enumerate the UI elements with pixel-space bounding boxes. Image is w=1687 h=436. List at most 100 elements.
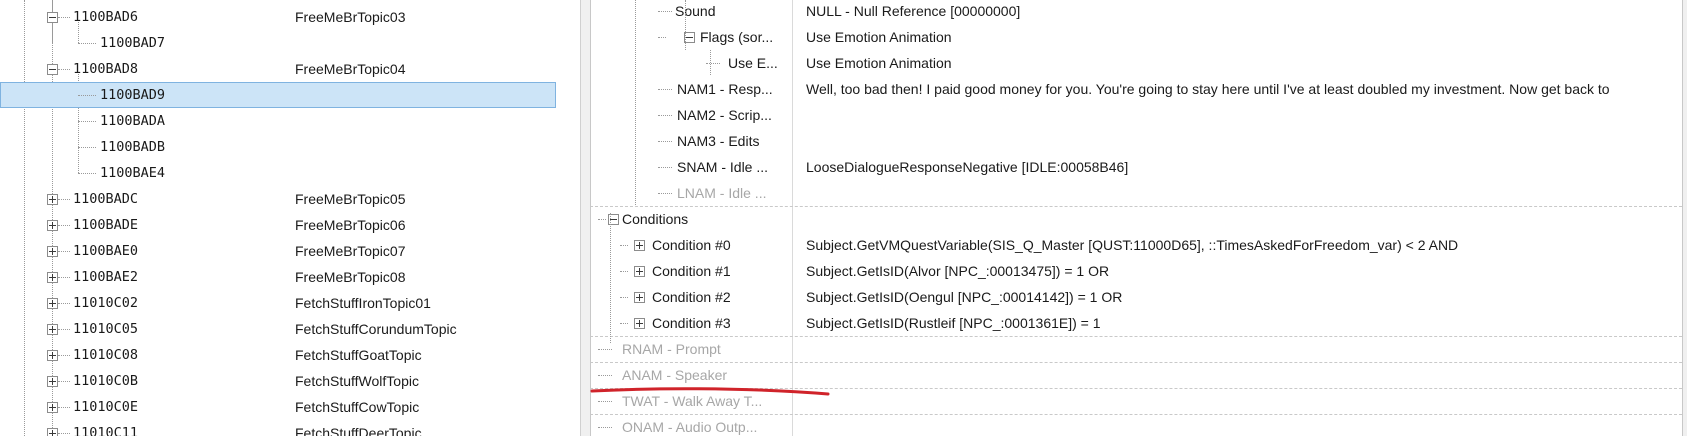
tree-row[interactable]: 1100BAE0 FreeMeBrTopic07 <box>0 238 580 264</box>
field-name: Condition #0 <box>652 237 731 253</box>
record-field-row[interactable]: SNAM - Idle ... LooseDialogueResponseNega… <box>590 154 1682 180</box>
tree-row[interactable]: 11010C0E FetchStuffCowTopic <box>0 394 580 420</box>
editor-id: FetchStuffDeerTopic <box>295 425 422 436</box>
tree-connector <box>78 147 96 148</box>
field-name: NAM1 - Resp... <box>677 81 773 97</box>
tree-connector <box>658 115 672 116</box>
tree-connector <box>58 251 70 252</box>
records-tree[interactable]: 1100BAD6 FreeMeBrTopic03 1100BAD7 1100BAD8 F… <box>0 0 580 436</box>
expand-icon[interactable] <box>634 240 645 251</box>
tree-connector <box>658 193 672 194</box>
expand-icon[interactable] <box>634 266 645 277</box>
record-field-row[interactable]: NAM2 - Scrip... <box>590 102 1682 128</box>
tree-row[interactable]: 1100BADE FreeMeBrTopic06 <box>0 212 580 238</box>
tree-connector <box>598 427 612 428</box>
tree-row[interactable]: 1100BAD7 <box>0 30 580 56</box>
tree-row[interactable]: 11010C05 FetchStuffCorundumTopic <box>0 316 580 342</box>
tree-connector <box>78 173 96 174</box>
tree-row[interactable]: 1100BADC FreeMeBrTopic05 <box>0 186 580 212</box>
field-value[interactable]: LooseDialogueResponseNegative [IDLE:0005… <box>806 154 1128 180</box>
record-field-row[interactable]: Conditions <box>590 206 1682 232</box>
field-value[interactable]: Subject.GetVMQuestVariable(SIS_Q_Master … <box>806 232 1458 258</box>
record-field-row[interactable]: ONAM - Audio Outp... <box>590 414 1682 436</box>
editor-id: FetchStuffIronTopic01 <box>295 295 431 311</box>
record-field-row[interactable]: NAM1 - Resp... Well, too bad then! I paid… <box>590 76 1682 102</box>
expand-icon[interactable] <box>47 194 58 205</box>
expand-icon[interactable] <box>47 272 58 283</box>
record-field-row[interactable]: Flags (sor... Use Emotion Animation <box>590 24 1682 50</box>
editor-id: FreeMeBrTopic03 <box>295 9 406 25</box>
tree-connector <box>598 219 606 220</box>
expand-icon[interactable] <box>47 246 58 257</box>
editor-id: FetchStuffGoatTopic <box>295 347 422 363</box>
field-value[interactable]: Subject.GetIsID(Rustleif [NPC_:0001361E]… <box>806 310 1101 336</box>
record-field-row[interactable]: Condition #2 Subject.GetIsID(Oengul [NPC_… <box>590 284 1682 310</box>
tree-connector <box>658 141 672 142</box>
field-value[interactable]: Subject.GetIsID(Alvor [NPC_:00013475]) =… <box>806 258 1109 284</box>
tree-connector <box>78 121 96 122</box>
tree-row[interactable]: 11010C0B FetchStuffWolfTopic <box>0 368 580 394</box>
expand-icon[interactable] <box>47 220 58 231</box>
record-field-row[interactable]: LNAM - Idle ... <box>590 180 1682 207</box>
tree-row[interactable]: 1100BAD8 FreeMeBrTopic04 <box>0 56 580 82</box>
tree-connector <box>658 11 672 12</box>
expand-icon[interactable] <box>47 428 58 436</box>
field-name: Flags (sor... <box>700 29 774 45</box>
tree-row[interactable]: 1100BAD9 <box>0 82 556 108</box>
form-id: 1100BAE4 <box>100 165 166 181</box>
tree-row[interactable]: 1100BADA <box>0 108 580 134</box>
record-field-row[interactable]: NAM3 - Edits <box>590 128 1682 154</box>
field-value[interactable]: Well, too bad then! I paid good money fo… <box>806 76 1610 102</box>
expand-icon[interactable] <box>47 350 58 361</box>
field-value[interactable]: Use Emotion Animation <box>806 24 952 50</box>
record-view[interactable]: Sound NULL - Null Reference [00000000] Fla… <box>590 0 1682 436</box>
editor-id: FetchStuffWolfTopic <box>295 373 419 389</box>
tree-guide-line <box>610 213 611 343</box>
record-field-row[interactable]: Sound NULL - Null Reference [00000000] <box>590 0 1682 24</box>
field-value[interactable]: NULL - Null Reference [00000000] <box>806 0 1020 24</box>
tree-row[interactable]: 1100BAE4 <box>0 160 580 186</box>
tree-connector <box>706 63 720 64</box>
editor-id: FetchStuffCowTopic <box>295 399 420 415</box>
field-name: ONAM - Audio Outp... <box>622 419 758 435</box>
tree-connector <box>658 89 672 90</box>
field-name: NAM3 - Edits <box>677 133 760 149</box>
field-name: Sound <box>675 3 716 19</box>
tree-connector <box>658 37 666 38</box>
tree-row[interactable]: 1100BAD6 FreeMeBrTopic03 <box>0 4 580 30</box>
editor-id: FreeMeBrTopic08 <box>295 269 406 285</box>
expand-icon[interactable] <box>47 298 58 309</box>
expand-icon[interactable] <box>634 318 645 329</box>
tree-connector <box>58 329 70 330</box>
collapse-icon[interactable] <box>47 12 58 23</box>
form-id: 11010C05 <box>73 321 139 337</box>
tree-guide-line <box>710 50 711 75</box>
expand-icon[interactable] <box>47 376 58 387</box>
expand-icon[interactable] <box>47 402 58 413</box>
form-id: 11010C11 <box>73 425 139 436</box>
tree-connector <box>620 297 628 298</box>
tree-connector <box>658 167 672 168</box>
record-field-row[interactable]: Condition #0 Subject.GetVMQuestVariable(S… <box>590 232 1682 258</box>
form-id: 1100BAD7 <box>100 35 166 51</box>
record-field-row[interactable]: Use E... Use Emotion Animation <box>590 50 1682 76</box>
field-name: SNAM - Idle ... <box>677 159 769 175</box>
record-field-row[interactable]: Condition #3 Subject.GetIsID(Rustleif [NP… <box>590 310 1682 337</box>
tree-row[interactable]: 1100BADB <box>0 134 580 160</box>
field-name: NAM2 - Scrip... <box>677 107 772 123</box>
field-value[interactable]: Use Emotion Animation <box>806 50 952 76</box>
tree-row[interactable]: 11010C08 FetchStuffGoatTopic <box>0 342 580 368</box>
field-name: RNAM - Prompt <box>622 341 721 357</box>
field-name: Use E... <box>728 55 778 71</box>
tree-row[interactable]: 1100BAE2 FreeMeBrTopic08 <box>0 264 580 290</box>
record-field-row[interactable]: Condition #1 Subject.GetIsID(Alvor [NPC_:… <box>590 258 1682 284</box>
tree-connector <box>58 199 70 200</box>
tree-row[interactable]: 11010C11 FetchStuffDeerTopic <box>0 420 580 436</box>
record-field-row[interactable]: RNAM - Prompt <box>590 336 1682 363</box>
tree-row[interactable]: 11010C02 FetchStuffIronTopic01 <box>0 290 580 316</box>
field-value[interactable]: Subject.GetIsID(Oengul [NPC_:00014142]) … <box>806 284 1122 310</box>
expand-icon[interactable] <box>634 292 645 303</box>
editor-id: FreeMeBrTopic06 <box>295 217 406 233</box>
collapse-icon[interactable] <box>47 64 58 75</box>
expand-icon[interactable] <box>47 324 58 335</box>
